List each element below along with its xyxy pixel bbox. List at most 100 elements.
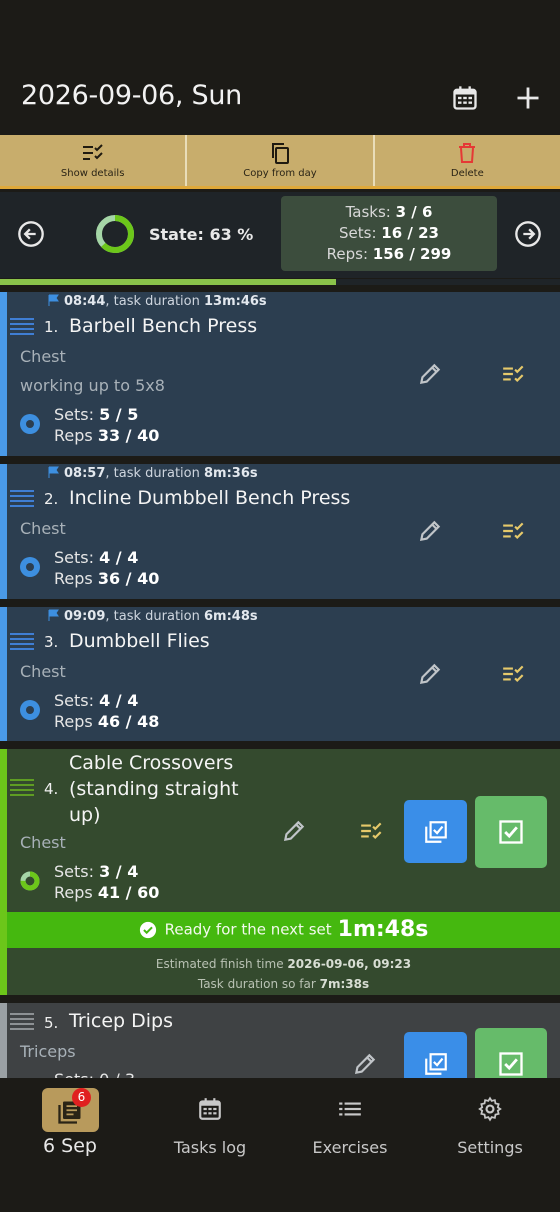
task-number: 2. (44, 490, 59, 508)
reps-label: Reps: (326, 245, 369, 263)
check-box-icon (499, 820, 523, 844)
nav-settings-label: Settings (457, 1138, 523, 1157)
pencil-icon[interactable] (417, 361, 443, 387)
nav-exercises[interactable]: Exercises (280, 1078, 420, 1178)
task-meta: 08:44, task duration 13m:46s (48, 294, 267, 309)
complete-set-button[interactable] (475, 1028, 547, 1078)
task-category: Chest (20, 347, 66, 366)
drag-handle[interactable] (10, 490, 34, 510)
pencil-icon[interactable] (417, 518, 443, 544)
day-stats-panel: State: 63 % Tasks: 3 / 6 Sets: 16 / 23 R… (0, 192, 560, 278)
nav-settings[interactable]: Settings (420, 1078, 560, 1178)
copy-icon (271, 143, 289, 164)
flag-icon (48, 294, 59, 306)
task-card-3[interactable]: 09:09, task duration 6m:48s 3. Dumbbell … (0, 607, 560, 741)
copy-from-day-label: Copy from day (243, 168, 317, 179)
reps-label: Reps (54, 883, 93, 902)
task-start-time: 08:57 (64, 466, 106, 481)
show-details-label: Show details (60, 168, 125, 179)
action-toolbar: Show details Copy from day Delete (0, 135, 560, 189)
sets-label: Sets: (54, 548, 94, 567)
nav-today[interactable]: 6 6 Sep (0, 1078, 140, 1178)
reps-value: 46 / 48 (97, 712, 160, 731)
task-card-4[interactable]: 4. Cable Crossovers (standing straight u… (0, 749, 560, 912)
page-title: 2026-09-06, Sun (21, 80, 242, 111)
task-duration-label: , task duration (105, 609, 200, 624)
task-category: Chest (20, 833, 66, 852)
complete-all-sets-button[interactable] (404, 800, 467, 863)
calendar-icon (199, 1098, 221, 1120)
drag-handle[interactable] (10, 779, 34, 799)
drag-handle[interactable] (10, 633, 34, 653)
task-start-time: 09:09 (64, 609, 106, 624)
drag-handle[interactable] (10, 1013, 34, 1033)
checklist-icon[interactable] (501, 361, 527, 387)
nav-today-label: 6 Sep (43, 1135, 97, 1157)
sets-label: Sets: (54, 862, 94, 881)
task-name: Barbell Bench Press (69, 315, 258, 337)
multi-check-icon (424, 820, 447, 843)
pencil-icon[interactable] (417, 661, 443, 687)
task-number: 4. (44, 780, 59, 798)
check-box-icon (499, 1052, 523, 1076)
duration-so-far-label: Task duration so far (197, 977, 316, 991)
task-duration-label: , task duration (105, 466, 200, 481)
task-duration-label: , task duration (105, 294, 200, 309)
notification-badge: 6 (72, 1088, 91, 1107)
app-header: 2026-09-06, Sun (0, 0, 560, 135)
nav-exercises-label: Exercises (312, 1138, 388, 1157)
task-start-time: 08:44 (64, 294, 106, 309)
bottom-navigation: 6 6 Sep Tasks log Exercises Settings (0, 1078, 560, 1212)
calendar-icon[interactable] (451, 84, 479, 112)
task-category: Chest (20, 519, 66, 538)
show-details-button[interactable]: Show details (0, 135, 188, 186)
reps-value: 156 / 299 (372, 245, 452, 263)
reps-value: 41 / 60 (97, 883, 160, 902)
multi-check-icon (424, 1052, 447, 1075)
sets-value: 3 / 4 (99, 862, 139, 881)
complete-set-button[interactable] (475, 796, 547, 868)
plus-icon[interactable] (514, 84, 542, 112)
complete-all-sets-button[interactable] (404, 1032, 467, 1078)
tasks-label: Tasks: (345, 203, 391, 221)
task-duration: 6m:48s (204, 609, 258, 624)
eta-label: Estimated finish time (155, 957, 284, 971)
task-status-dot (20, 414, 40, 434)
task-card-2[interactable]: 08:57, task duration 8m:36s 2. Incline D… (0, 464, 560, 599)
pencil-icon[interactable] (281, 818, 307, 844)
sets-label: Sets: (339, 224, 377, 242)
task-duration: 8m:36s (204, 466, 258, 481)
rest-timer-bar: Ready for the next set 1m:48s (0, 912, 560, 948)
delete-button[interactable]: Delete (375, 135, 560, 186)
reps-label: Reps (54, 569, 93, 588)
pencil-icon[interactable] (352, 1051, 378, 1077)
checklist-icon[interactable] (359, 818, 385, 844)
state-label: State: 63 % (149, 225, 254, 244)
arrow-right-circle-icon[interactable] (514, 220, 542, 248)
task-status-dot (20, 700, 40, 720)
task-card-5[interactable]: 5. Tricep Dips Triceps Sets: 0 / 3 (0, 1003, 560, 1078)
reps-value: 33 / 40 (97, 426, 160, 445)
sets-label: Sets: (54, 405, 94, 424)
task-name: Cable Crossovers (standing straight up) (69, 750, 239, 828)
task-duration: 13m:46s (204, 294, 267, 309)
task-number: 1. (44, 318, 59, 336)
task-name-line: (standing straight (69, 778, 239, 800)
nav-tasks-log-label: Tasks log (173, 1138, 247, 1157)
reps-value: 36 / 40 (97, 569, 160, 588)
task-number: 3. (44, 633, 59, 651)
task-name: Dumbbell Flies (69, 630, 210, 652)
checklist-icon[interactable] (501, 518, 527, 544)
nav-tasks-log[interactable]: Tasks log (140, 1078, 280, 1178)
task-card-1[interactable]: 08:44, task duration 13m:46s 1. Barbell … (0, 292, 560, 456)
reps-label: Reps (54, 426, 93, 445)
reps-label: Reps (54, 712, 93, 731)
ready-text: Ready for the next set (164, 920, 332, 939)
checklist-icon[interactable] (501, 661, 527, 687)
arrow-left-circle-icon[interactable] (17, 220, 45, 248)
trash-icon (459, 143, 476, 163)
delete-label: Delete (450, 168, 484, 179)
copy-from-day-button[interactable]: Copy from day (187, 135, 375, 186)
drag-handle[interactable] (10, 318, 34, 338)
task-category: Chest (20, 662, 66, 681)
